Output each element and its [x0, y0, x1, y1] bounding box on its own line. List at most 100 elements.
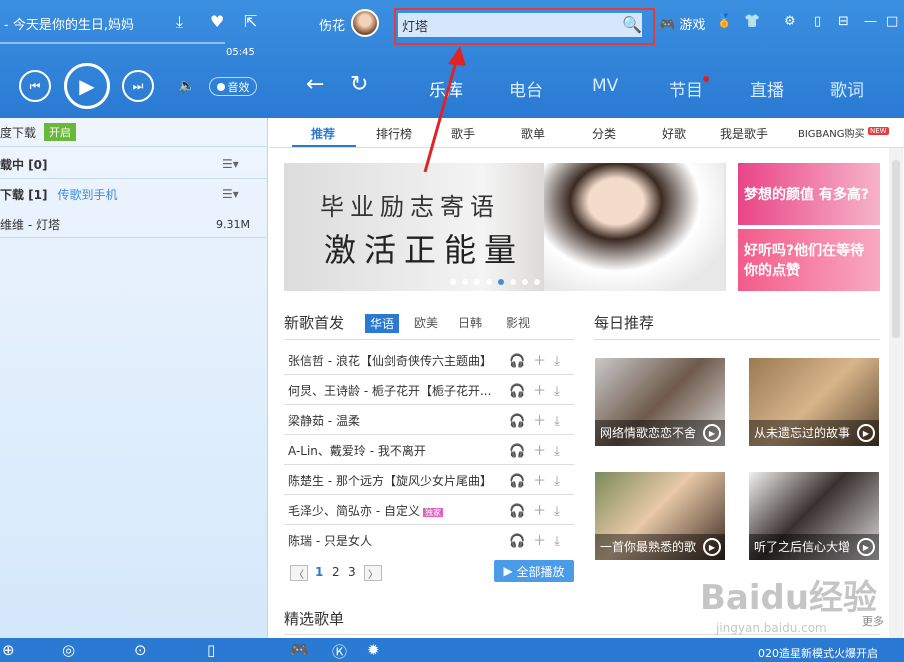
play-all-button[interactable]: ▶ 全部播放 [494, 560, 574, 582]
play-icon[interactable]: ▶ [703, 424, 721, 442]
ad-2-text: 好听吗?他们在等待 你的点赞 [744, 243, 865, 279]
volume-icon[interactable]: 🔈 [178, 78, 195, 94]
refresh-icon[interactable]: ↻ [350, 72, 368, 97]
tab-categories[interactable]: 分类 [592, 125, 616, 142]
song-item[interactable]: 张信哲 - 浪花【仙剑奇侠传六主题曲】 [288, 352, 500, 369]
play-button[interactable]: ▶ [64, 63, 110, 109]
song-actions-icon[interactable]: 🎧＋⤓ [509, 380, 568, 399]
vip-icon[interactable]: 🏅 [716, 14, 732, 29]
daily-card[interactable]: 听了之后信心大增 ▶ [749, 472, 879, 560]
tab-i-am-singer[interactable]: 我是歌手 [720, 125, 768, 142]
song-item[interactable]: 毛泽少、简弘亦 - 自定义 独家 [288, 502, 500, 519]
song-actions-icon[interactable]: 🎧＋⤓ [509, 500, 568, 519]
song-actions-icon[interactable]: 🎧＋⤓ [509, 530, 568, 549]
mobile-footer-icon[interactable]: ▯ [207, 641, 215, 659]
nav-item-lyrics[interactable]: 歌词 [830, 76, 864, 101]
radar-icon[interactable]: ◎ [62, 641, 75, 659]
lang-tab-japanese-korean[interactable]: 日韩 [458, 314, 482, 331]
search-icon[interactable]: 🔍 [622, 15, 642, 34]
daily-card[interactable]: 一首你最熟悉的歌 ▶ [595, 472, 725, 560]
skin-icon[interactable]: 👕 [744, 14, 760, 29]
lang-tab-western[interactable]: 欧美 [414, 314, 438, 331]
enable-button[interactable]: 开启 [44, 123, 77, 141]
mobile-icon[interactable]: ▯ [814, 14, 821, 29]
file-name: 维维 - 灯塔 [0, 217, 60, 232]
daily-card[interactable]: 网络情歌恋恋不舍 ▶ [595, 358, 725, 446]
page-1[interactable]: 1 [315, 565, 323, 579]
ad-1-text: 梦想的颜值 有多高? [744, 187, 869, 203]
tab-playlists[interactable]: 歌单 [521, 125, 545, 142]
daily-title: 每日推荐 [594, 314, 655, 332]
nav-item-shows[interactable]: 节目 [669, 76, 703, 101]
song-item[interactable]: 梁静茹 - 温柔 [288, 412, 500, 429]
tab-good-songs[interactable]: 好歌 [662, 125, 686, 142]
nav-item-live[interactable]: 直播 [750, 76, 784, 101]
menu-icon[interactable]: ☰▾ [222, 187, 239, 201]
search-input[interactable] [398, 13, 642, 37]
gear-icon[interactable]: ⚙ [784, 14, 796, 29]
watermark-url: jingyan.baidu.com [716, 621, 827, 635]
lang-tab-film[interactable]: 影视 [506, 314, 530, 331]
menu-icon[interactable]: ☰▾ [222, 157, 239, 171]
daily-card[interactable]: 从未遗忘过的故事 ▶ [749, 358, 879, 446]
bug-icon[interactable]: ✹ [367, 641, 380, 659]
mini-mode-icon[interactable]: ⊟ [838, 14, 849, 29]
song-actions-icon[interactable]: 🎧＋⤓ [509, 350, 568, 369]
scrollbar-thumb[interactable] [892, 160, 900, 338]
scrollbar[interactable] [889, 148, 903, 638]
discover-icon[interactable]: ⊕ [2, 641, 15, 659]
song-item[interactable]: 陈瑞 - 只是女人 [288, 532, 500, 549]
notification-dot [703, 76, 709, 82]
k-song-icon[interactable]: Ⓚ [332, 641, 347, 662]
minimize-icon[interactable]: — [864, 14, 877, 29]
maximize-icon[interactable]: □ [886, 14, 898, 29]
nav-item-radio[interactable]: 电台 [509, 76, 543, 101]
footer-promo-text[interactable]: 020造星新模式火爆开启 [758, 645, 878, 661]
progress-bar[interactable] [0, 42, 225, 44]
banner[interactable]: 毕业励志寄语 激活正能量 [284, 163, 726, 291]
game-button[interactable]: 🎮 游戏 [659, 14, 705, 33]
ad-banner-1[interactable]: 梦想的颜值 有多高? [738, 163, 880, 225]
now-playing-title: - 今天是你的生日,妈妈 [4, 18, 134, 33]
page-2[interactable]: 2 [332, 565, 340, 579]
lang-tab-chinese[interactable]: 华语 [365, 314, 400, 333]
downloading-row[interactable]: 载中 [0] ☰▾ [0, 150, 268, 178]
play-icon[interactable]: ▶ [857, 538, 875, 556]
nav-item-library[interactable]: 乐库 [429, 76, 463, 101]
song-item[interactable]: A-Lin、戴爱玲 - 我不离开 [288, 442, 500, 459]
tab-singers[interactable]: 歌手 [451, 125, 475, 142]
heart-icon[interactable]: ♥ [210, 12, 224, 31]
nav-item-mv[interactable]: MV [592, 76, 618, 96]
downloaded-row[interactable]: 下载 [1] 传歌到手机 ☰▾ [0, 180, 268, 208]
tab-charts[interactable]: 排行榜 [376, 125, 412, 142]
song-item[interactable]: 陈楚生 - 那个远方【旋风少女片尾曲】 [288, 472, 500, 489]
song-actions-icon[interactable]: 🎧＋⤓ [509, 410, 568, 429]
song-actions-icon[interactable]: 🎧＋⤓ [509, 440, 568, 459]
username[interactable]: 伤花 [319, 15, 345, 34]
search-footer-icon[interactable]: ⊙ [134, 641, 147, 659]
song-item[interactable]: 何炅、王诗龄 - 栀子花开【栀子花开... [288, 382, 500, 399]
downloaded-file-item[interactable]: 维维 - 灯塔 9.31M [0, 210, 268, 238]
play-icon[interactable]: ▶ [703, 538, 721, 556]
exclusive-badge: 独家 [422, 508, 443, 517]
download-setting-row: 度下载 开启 [0, 118, 268, 146]
file-size: 9.31M [216, 217, 250, 231]
play-icon[interactable]: ▶ [857, 424, 875, 442]
banner-pagination[interactable] [450, 279, 540, 285]
page-prev-button[interactable]: 〈 [290, 565, 308, 581]
sound-effect-toggle[interactable]: 音效 [209, 77, 257, 96]
previous-button[interactable]: ⏮ [19, 70, 51, 102]
tab-bigbang[interactable]: BIGBANG购买 [798, 125, 865, 140]
page-3[interactable]: 3 [348, 565, 356, 579]
game-footer-icon[interactable]: 🎮 [290, 641, 309, 659]
share-icon[interactable]: ⇱ [244, 12, 257, 31]
download-icon[interactable]: ⤓ [176, 12, 183, 32]
avatar[interactable] [351, 9, 379, 37]
transfer-to-phone-link[interactable]: 传歌到手机 [58, 186, 118, 203]
page-next-button[interactable]: 〉 [364, 565, 382, 581]
next-button[interactable]: ⏭ [122, 70, 154, 102]
back-arrow-icon[interactable]: ← [306, 72, 324, 97]
ad-banner-2[interactable]: 好听吗?他们在等待 你的点赞 [738, 229, 880, 291]
song-actions-icon[interactable]: 🎧＋⤓ [509, 470, 568, 489]
tab-recommend[interactable]: 推荐 [311, 125, 335, 142]
